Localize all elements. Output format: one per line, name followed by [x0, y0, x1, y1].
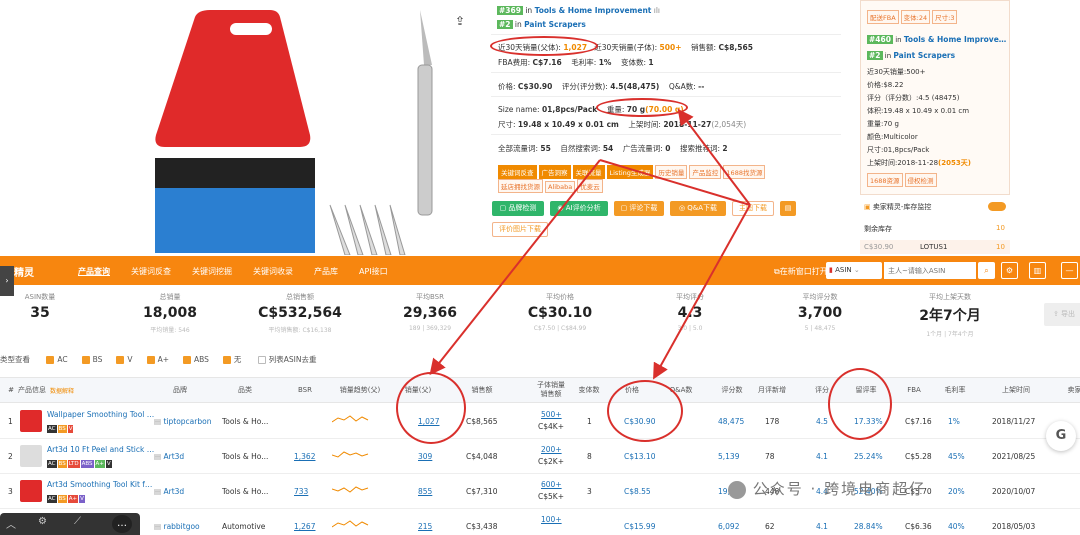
annotation-arrows: [429, 108, 751, 380]
watermark: 公众号 · 跨境电商超仔: [728, 478, 926, 499]
chat-icon[interactable]: …: [112, 515, 132, 533]
translate-icon[interactable]: G: [1046, 421, 1076, 451]
screenshot: ⇪ #369 in Tools & Home Improvement ılı #…: [0, 0, 1080, 535]
collapse-icon[interactable]: ︿: [6, 516, 16, 531]
wechat-icon: [728, 480, 746, 499]
settings-gear-icon[interactable]: ⚙: [38, 516, 47, 527]
chart-line-icon[interactable]: ⟋: [74, 516, 81, 527]
bottom-toolbar: ︿ ⚙ ⟋ …: [0, 513, 140, 535]
